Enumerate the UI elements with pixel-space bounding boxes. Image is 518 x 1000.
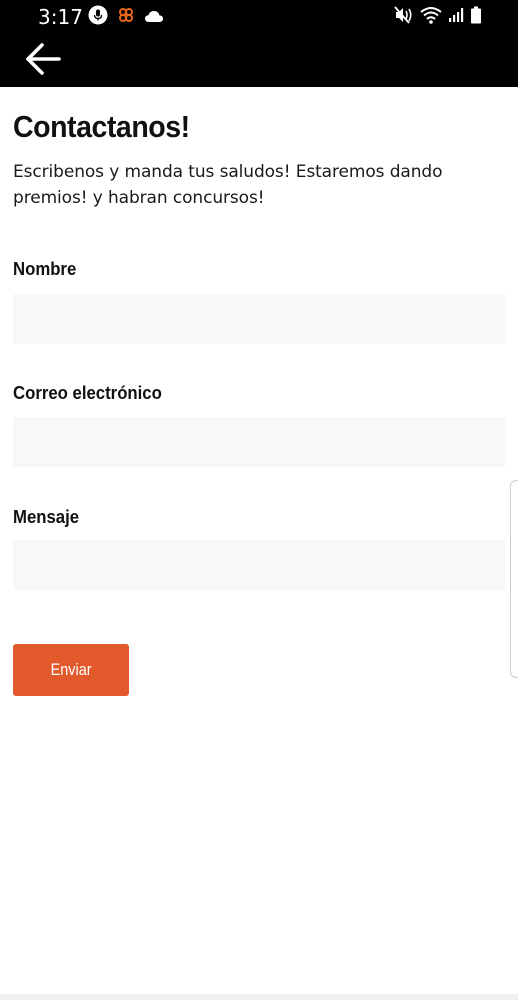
bottom-strip [0, 994, 518, 1000]
battery-icon [470, 6, 482, 28]
name-input[interactable] [13, 294, 505, 344]
submit-button-label: Enviar [50, 660, 92, 679]
email-label: Correo electrónico [13, 383, 162, 403]
mute-icon [394, 6, 414, 28]
microphone-icon [88, 5, 108, 29]
signal-icon [448, 7, 464, 27]
app-bar [0, 34, 518, 87]
arrow-left-icon [25, 43, 61, 79]
status-icons-left [88, 5, 164, 29]
status-bar: 3:17 [0, 0, 518, 34]
app-notification-icon [118, 7, 134, 27]
page-title: Contactanos! [13, 109, 190, 144]
edge-panel-handle[interactable] [510, 480, 518, 678]
status-time: 3:17 [38, 5, 83, 29]
submit-button[interactable]: Enviar [13, 644, 129, 696]
message-input[interactable] [13, 540, 505, 590]
status-icons-right [394, 6, 482, 28]
cloud-icon [144, 8, 164, 27]
email-input[interactable] [13, 417, 505, 467]
name-label: Nombre [13, 259, 77, 279]
back-button[interactable] [22, 42, 64, 80]
message-label: Mensaje [13, 507, 80, 527]
wifi-icon [420, 6, 442, 28]
page-subtitle: Escribenos y manda tus saludos! Estaremo… [13, 162, 443, 208]
